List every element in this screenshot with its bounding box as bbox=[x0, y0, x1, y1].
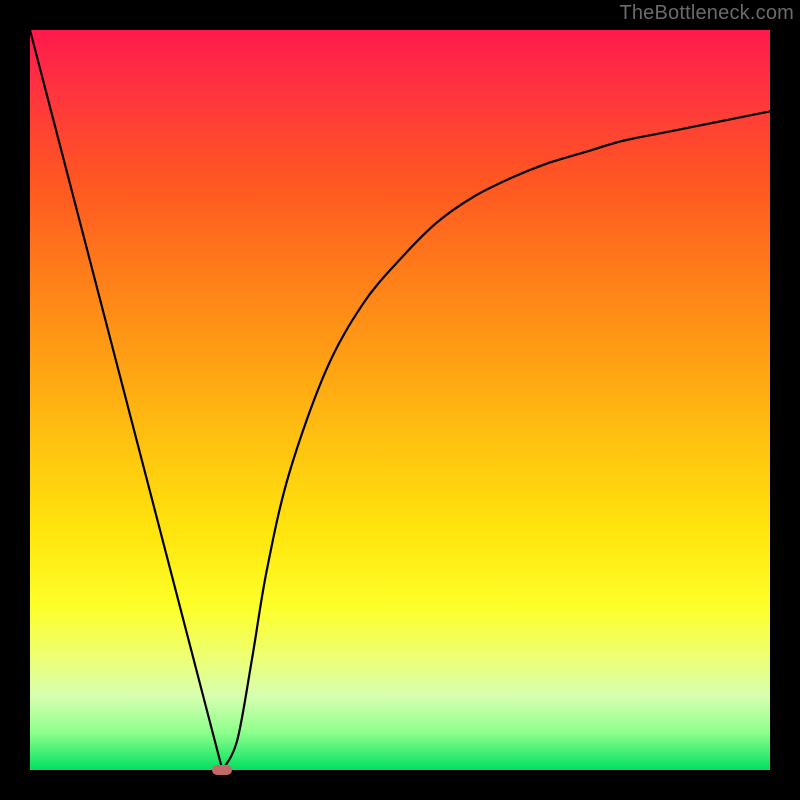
minimum-marker bbox=[212, 765, 232, 775]
curve-svg bbox=[30, 30, 770, 770]
chart-frame: TheBottleneck.com bbox=[0, 0, 800, 800]
plot-area bbox=[30, 30, 770, 770]
watermark-text: TheBottleneck.com bbox=[619, 2, 794, 25]
chart-curve bbox=[30, 30, 770, 770]
